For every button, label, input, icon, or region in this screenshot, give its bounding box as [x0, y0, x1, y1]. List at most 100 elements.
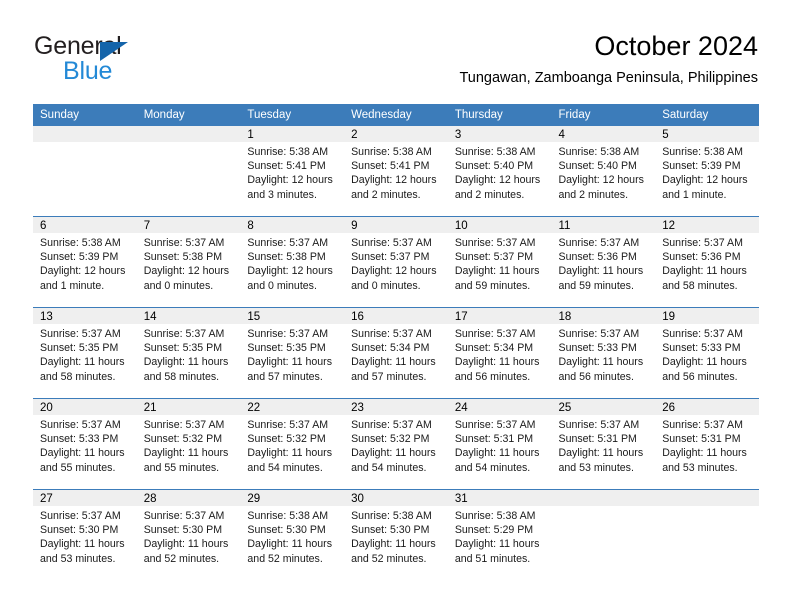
day-cell-inner: 18 Sunrise: 5:37 AM Sunset: 5:33 PM Dayligh… — [551, 308, 656, 397]
day-number: 31 — [447, 490, 552, 506]
day-cell-inner — [655, 490, 759, 579]
daylight-text-cont: and 54 minutes. — [454, 461, 531, 474]
daylight-text-cont: and 52 minutes. — [351, 552, 427, 565]
calendar-day-cell[interactable]: 1 Sunrise: 5:38 AM Sunset: 5:41 PM Daylight… — [240, 126, 345, 217]
day-cell-inner — [33, 126, 137, 215]
calendar-week-row: 13 Sunrise: 5:37 AM Sunset: 5:35 PM Dayligh… — [33, 307, 759, 399]
day-number: 22 — [240, 399, 345, 415]
calendar-day-cell[interactable]: 22 Sunrise: 5:37 AM Sunset: 5:32 PM Dayligh… — [240, 398, 345, 490]
calendar-day-cell[interactable]: 18 Sunrise: 5:37 AM Sunset: 5:33 PM Dayligh… — [551, 307, 656, 399]
day-sun-info: Sunrise: 5:38 AM Sunset: 5:40 PM Daylight:… — [552, 142, 656, 202]
daylight-text: Daylight: 11 hours — [351, 447, 436, 460]
calendar-day-cell[interactable]: 29 Sunrise: 5:38 AM Sunset: 5:30 PM Dayligh… — [240, 489, 345, 580]
day-cell-inner: 6 Sunrise: 5:38 AM Sunset: 5:39 PM Daylight… — [33, 217, 137, 306]
calendar-day-cell[interactable]: 14 Sunrise: 5:37 AM Sunset: 5:35 PM Dayligh… — [136, 307, 241, 399]
day-number — [33, 126, 137, 142]
calendar-day-cell[interactable]: 27 Sunrise: 5:37 AM Sunset: 5:30 PM Dayligh… — [33, 489, 137, 580]
calendar-day-cell[interactable]: 21 Sunrise: 5:37 AM Sunset: 5:32 PM Dayligh… — [136, 398, 241, 490]
daylight-text: Daylight: 12 hours — [351, 174, 437, 187]
calendar-day-cell[interactable]: 23 Sunrise: 5:37 AM Sunset: 5:32 PM Dayligh… — [344, 398, 448, 490]
day-cell-inner: 13 Sunrise: 5:37 AM Sunset: 5:35 PM Dayligh… — [33, 308, 137, 397]
day-sun-info: Sunrise: 5:37 AM Sunset: 5:30 PM Daylight:… — [33, 506, 137, 566]
weekday-header-sunday: Sunday — [33, 104, 137, 126]
calendar-day-cell[interactable]: 13 Sunrise: 5:37 AM Sunset: 5:35 PM Dayligh… — [33, 307, 137, 399]
daylight-text-cont: and 2 minutes. — [351, 188, 421, 201]
calendar-day-cell[interactable]: 17 Sunrise: 5:37 AM Sunset: 5:34 PM Dayligh… — [447, 307, 552, 399]
calendar-day-cell[interactable]: 25 Sunrise: 5:37 AM Sunset: 5:31 PM Dayligh… — [551, 398, 656, 490]
daylight-text: Daylight: 11 hours — [247, 538, 333, 551]
calendar-day-cell[interactable]: 4 Sunrise: 5:38 AM Sunset: 5:40 PM Daylight… — [551, 126, 656, 217]
calendar-day-cell[interactable]: 5 Sunrise: 5:38 AM Sunset: 5:39 PM Daylight… — [655, 126, 759, 217]
day-number: 15 — [240, 308, 345, 324]
calendar-day-cell[interactable]: 20 Sunrise: 5:37 AM Sunset: 5:33 PM Dayligh… — [33, 398, 137, 490]
calendar-day-cell[interactable]: 3 Sunrise: 5:38 AM Sunset: 5:40 PM Daylight… — [447, 126, 552, 217]
sunset-text: Sunset: 5:30 PM — [40, 524, 119, 537]
sunset-text: Sunset: 5:33 PM — [40, 433, 119, 446]
calendar-header-row: Sunday Monday Tuesday Wednesday Thursday Frid… — [33, 104, 759, 126]
daylight-text-cont: and 53 minutes. — [558, 461, 634, 474]
day-sun-info: Sunrise: 5:37 AM Sunset: 5:37 PM Daylight:… — [448, 233, 552, 293]
day-number: 12 — [655, 217, 759, 233]
calendar-day-cell[interactable]: 11 Sunrise: 5:37 AM Sunset: 5:36 PM Dayligh… — [551, 216, 656, 308]
calendar-day-cell[interactable]: 10 Sunrise: 5:37 AM Sunset: 5:37 PM Dayligh… — [447, 216, 552, 308]
calendar-day-cell[interactable]: 7 Sunrise: 5:37 AM Sunset: 5:38 PM Daylight… — [136, 216, 241, 308]
day-sun-info — [552, 506, 656, 509]
daylight-text: Daylight: 11 hours — [454, 265, 540, 278]
daylight-text-cont: and 53 minutes. — [662, 461, 738, 474]
calendar-week-row: 20 Sunrise: 5:37 AM Sunset: 5:33 PM Dayligh… — [33, 398, 759, 490]
calendar-day-cell[interactable]: 31 Sunrise: 5:38 AM Sunset: 5:29 PM Dayligh… — [447, 489, 552, 580]
calendar-week-row: 27 Sunrise: 5:37 AM Sunset: 5:30 PM Dayligh… — [33, 489, 759, 580]
sunset-text: Sunset: 5:40 PM — [558, 160, 637, 173]
sunrise-text: Sunrise: 5:38 AM — [351, 146, 432, 158]
day-cell-inner: 20 Sunrise: 5:37 AM Sunset: 5:33 PM Dayligh… — [33, 399, 137, 488]
calendar-day-cell[interactable]: 16 Sunrise: 5:37 AM Sunset: 5:34 PM Dayligh… — [344, 307, 448, 399]
calendar-day-cell[interactable]: 9 Sunrise: 5:37 AM Sunset: 5:37 PM Daylight… — [344, 216, 448, 308]
daylight-text: Daylight: 12 hours — [662, 174, 748, 187]
daylight-text-cont: and 3 minutes. — [247, 188, 317, 201]
daylight-text: Daylight: 11 hours — [662, 356, 747, 369]
calendar-day-cell[interactable]: 24 Sunrise: 5:37 AM Sunset: 5:31 PM Dayligh… — [447, 398, 552, 490]
daylight-text: Daylight: 11 hours — [454, 356, 540, 369]
daylight-text-cont: and 58 minutes. — [662, 279, 738, 292]
calendar-day-cell[interactable]: 19 Sunrise: 5:37 AM Sunset: 5:33 PM Dayligh… — [655, 307, 759, 399]
day-number: 11 — [551, 217, 656, 233]
daylight-text-cont: and 51 minutes. — [454, 552, 531, 565]
day-cell-inner: 7 Sunrise: 5:37 AM Sunset: 5:38 PM Daylight… — [136, 217, 241, 306]
day-number: 1 — [240, 126, 345, 142]
daylight-text-cont: and 59 minutes. — [558, 279, 634, 292]
calendar-day-cell[interactable]: 2 Sunrise: 5:38 AM Sunset: 5:41 PM Daylight… — [344, 126, 448, 217]
calendar-day-cell[interactable]: 30 Sunrise: 5:38 AM Sunset: 5:30 PM Dayligh… — [344, 489, 448, 580]
day-sun-info: Sunrise: 5:37 AM Sunset: 5:31 PM Daylight:… — [448, 415, 552, 475]
day-number: 2 — [344, 126, 448, 142]
daylight-text: Daylight: 11 hours — [454, 447, 540, 460]
day-cell-inner: 14 Sunrise: 5:37 AM Sunset: 5:35 PM Dayligh… — [136, 308, 241, 397]
calendar-day-cell[interactable]: 26 Sunrise: 5:37 AM Sunset: 5:31 PM Dayligh… — [655, 398, 759, 490]
day-sun-info: Sunrise: 5:37 AM Sunset: 5:34 PM Daylight:… — [344, 324, 448, 384]
calendar-day-cell[interactable]: 12 Sunrise: 5:37 AM Sunset: 5:36 PM Dayligh… — [655, 216, 759, 308]
sunrise-text: Sunrise: 5:37 AM — [40, 328, 121, 340]
general-blue-logo[interactable]: General Blue — [34, 32, 264, 88]
day-sun-info: Sunrise: 5:37 AM Sunset: 5:33 PM Daylight:… — [33, 415, 137, 475]
daylight-text-cont: and 56 minutes. — [558, 370, 634, 383]
day-number: 9 — [344, 217, 448, 233]
calendar-day-cell[interactable]: 6 Sunrise: 5:38 AM Sunset: 5:39 PM Daylight… — [33, 216, 137, 308]
sunset-text: Sunset: 5:39 PM — [40, 251, 119, 264]
day-number: 14 — [136, 308, 241, 324]
calendar-day-cell[interactable]: 15 Sunrise: 5:37 AM Sunset: 5:35 PM Dayligh… — [240, 307, 345, 399]
day-sun-info: Sunrise: 5:38 AM Sunset: 5:41 PM Daylight:… — [240, 142, 344, 202]
page-subtitle: Tungawan, Zamboanga Peninsula, Philippin… — [459, 70, 758, 86]
day-number: 3 — [447, 126, 552, 142]
daylight-text-cont: and 57 minutes. — [351, 370, 427, 383]
sunset-text: Sunset: 5:37 PM — [454, 251, 534, 264]
sunrise-text: Sunrise: 5:37 AM — [143, 419, 225, 431]
sunrise-text: Sunrise: 5:37 AM — [454, 237, 536, 249]
sunset-text: Sunset: 5:35 PM — [143, 342, 223, 355]
daylight-text: Daylight: 11 hours — [351, 538, 436, 551]
calendar-day-cell[interactable]: 8 Sunrise: 5:37 AM Sunset: 5:38 PM Daylight… — [240, 216, 345, 308]
calendar-day-cell[interactable]: 28 Sunrise: 5:37 AM Sunset: 5:30 PM Dayligh… — [136, 489, 241, 580]
daylight-text-cont: and 0 minutes. — [351, 279, 421, 292]
weekday-header-thursday: Thursday — [447, 104, 552, 126]
day-cell-inner: 16 Sunrise: 5:37 AM Sunset: 5:34 PM Dayligh… — [344, 308, 448, 397]
sunset-text: Sunset: 5:32 PM — [247, 433, 326, 446]
day-cell-inner: 2 Sunrise: 5:38 AM Sunset: 5:41 PM Daylight… — [344, 126, 448, 215]
